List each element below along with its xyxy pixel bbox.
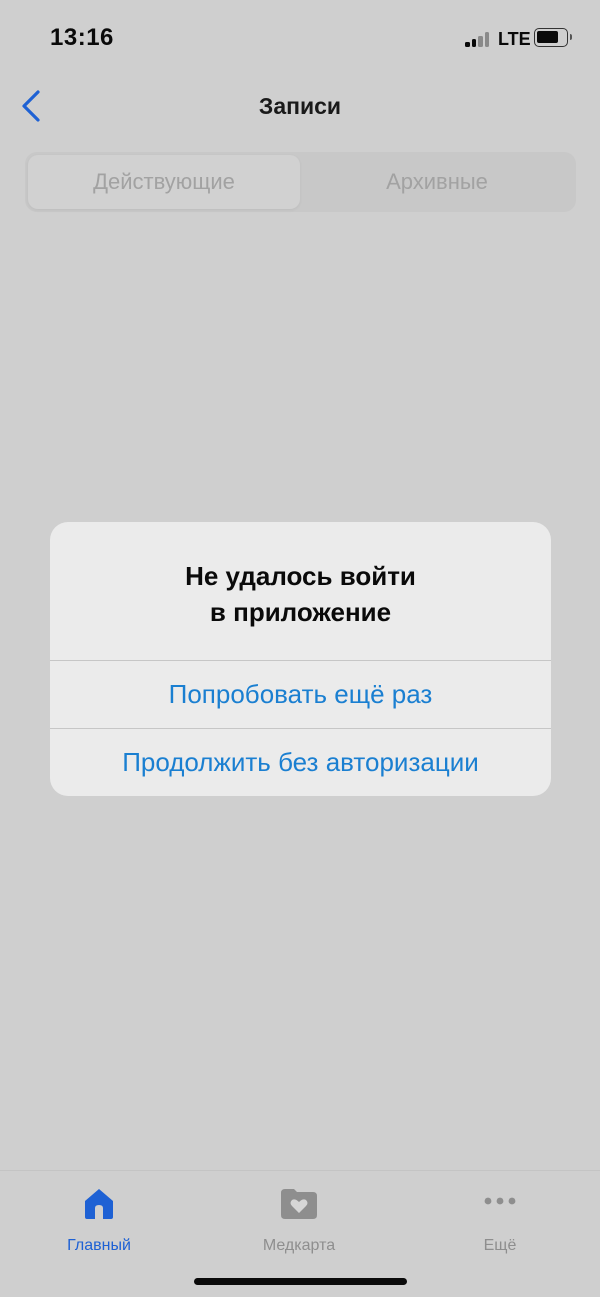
retry-button[interactable]: Попробовать ещё раз [50,661,551,728]
status-bar: 13:16 LTE [0,0,600,76]
home-indicator[interactable] [194,1278,407,1285]
alert-title-line2: в приложение [209,597,392,627]
tab-more[interactable]: Ещё [430,1183,570,1263]
page-title: Записи [258,93,342,119]
tab-medcard-label: Медкарта [262,1237,336,1254]
status-time: 13:16 [50,24,114,51]
more-icon [484,1197,516,1205]
network-type: LTE [498,29,531,49]
battery-icon [534,28,572,47]
alert-title-line1: Не удалось войти [185,561,416,591]
tab-medcard[interactable]: Медкарта [229,1183,369,1263]
alert-title: Не удалось войти в приложение [50,558,551,630]
segment-active[interactable]: Действующие [28,155,300,209]
continue-without-auth-button[interactable]: Продолжить без авторизации [50,729,551,796]
segmented-control: Действующие Архивные [25,152,576,212]
segment-archive[interactable]: Архивные [301,155,573,209]
error-alert: Не удалось войти в приложение Попробоват… [50,522,551,796]
home-icon [85,1189,113,1219]
tab-more-label: Ещё [483,1237,517,1254]
medcard-icon [281,1189,317,1219]
tab-home-label: Главный [67,1237,131,1254]
tab-home[interactable]: Главный [29,1183,169,1263]
signal-icon [465,31,491,47]
